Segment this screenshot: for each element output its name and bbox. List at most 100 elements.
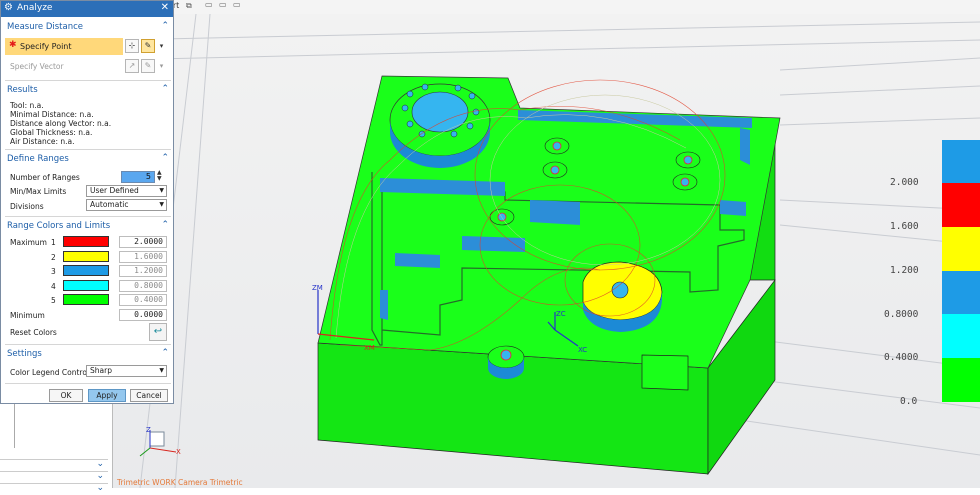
legend-value: 0.4000	[884, 352, 919, 363]
minmax-limits-value: User Defined	[90, 186, 139, 195]
navigator-panel: ⌄ ⌄ ⌄	[0, 404, 113, 493]
define-ranges-header[interactable]: Define Ranges ⌃	[5, 153, 171, 166]
model-svg	[112, 14, 980, 488]
maximum-label: Maximum	[10, 238, 47, 247]
legend-swatch	[942, 183, 980, 227]
chevron-up-icon[interactable]: ⌃	[161, 153, 169, 163]
specify-vector-label: Specify Vector	[10, 62, 64, 71]
mini-axis-x: X	[176, 448, 181, 456]
range-value-input[interactable]: 2.0000	[119, 236, 167, 248]
result-line: Distance along Vector: n.a.	[10, 119, 112, 128]
restore-icon[interactable]: ⧉	[186, 1, 192, 11]
divisions-value: Automatic	[90, 200, 129, 209]
legend-value: 1.200	[890, 265, 919, 276]
maximize-window-icon[interactable]: ▭	[219, 0, 227, 9]
close-icon[interactable]: ✕	[161, 2, 169, 13]
divider	[5, 383, 171, 384]
range-value-input[interactable]: 1.6000	[119, 251, 167, 263]
range-index: 2	[51, 253, 56, 262]
number-of-ranges-label: Number of Ranges	[10, 173, 80, 182]
point-dropdown-arrow[interactable]: ▾	[157, 39, 166, 53]
minimum-value-input[interactable]: 0.0000	[119, 309, 167, 321]
chevron-up-icon[interactable]: ⌃	[161, 84, 169, 94]
range-value-input[interactable]: 0.8000	[119, 280, 167, 292]
result-line: Air Distance: n.a.	[10, 137, 75, 146]
navigator-row[interactable]: ⌄	[0, 471, 108, 483]
minimum-label: Minimum	[10, 311, 45, 320]
vector-inference-icon[interactable]: ✎	[141, 59, 155, 73]
legend-value: 0.0	[900, 396, 918, 407]
number-of-ranges-spinner[interactable]: ▲ ▼	[157, 170, 165, 183]
chevron-down-icon: ▼	[159, 367, 164, 374]
legend-swatch	[942, 271, 980, 314]
settings-header[interactable]: Settings ⌃	[5, 348, 171, 361]
mini-axis-z: Z	[146, 426, 151, 434]
minimize-window-icon[interactable]: ▭	[205, 0, 213, 9]
legend-swatch	[942, 227, 980, 271]
results-header[interactable]: Results ⌃	[5, 84, 171, 97]
result-line: Minimal Distance: n.a.	[10, 110, 94, 119]
navigator-divider	[14, 404, 15, 448]
required-star-icon: ✱	[9, 40, 17, 50]
measure-distance-header[interactable]: Measure Distance ⌃	[5, 21, 171, 34]
chevron-down-icon[interactable]: ⌄	[96, 471, 104, 481]
legend-value: 2.000	[890, 177, 919, 188]
legend-value: 0.8000	[884, 309, 919, 320]
point-inference-icon[interactable]: ✎	[141, 39, 155, 53]
close-window-icon[interactable]: ▭	[233, 0, 241, 9]
range-index: 1	[51, 238, 56, 247]
point-dialog-icon[interactable]: ⊹	[125, 39, 139, 53]
reset-colors-button[interactable]: ↩	[149, 323, 167, 341]
range-index: 4	[51, 282, 56, 291]
range-index: 5	[51, 296, 56, 305]
number-of-ranges-input[interactable]: 5	[121, 171, 155, 183]
axis-label-xc: XC	[578, 346, 588, 354]
result-line: Global Thickness: n.a.	[10, 128, 93, 137]
vector-dialog-icon[interactable]: ↗	[125, 59, 139, 73]
chevron-up-icon[interactable]: ⌃	[161, 348, 169, 358]
divider	[5, 216, 171, 217]
minmax-limits-select[interactable]: User Defined ▼	[86, 185, 167, 197]
gear-icon[interactable]: ⚙	[4, 3, 14, 13]
range-color-swatch[interactable]	[63, 265, 109, 276]
dialog-titlebar[interactable]: ⚙ Analyze ✕	[1, 1, 173, 17]
range-color-swatch[interactable]	[63, 236, 109, 247]
divider	[5, 149, 171, 150]
ok-button[interactable]: OK	[49, 389, 83, 402]
color-legend-control-label: Color Legend Control	[10, 368, 90, 377]
chevron-down-icon[interactable]: ⌄	[96, 483, 104, 493]
navigator-row[interactable]: ⌄	[0, 483, 108, 495]
divisions-select[interactable]: Automatic ▼	[86, 199, 167, 211]
chevron-down-icon[interactable]: ⌄	[96, 459, 104, 469]
range-color-swatch[interactable]	[63, 251, 109, 262]
spin-down-icon[interactable]: ▼	[157, 176, 165, 182]
range-value-input[interactable]: 0.4000	[119, 294, 167, 306]
chevron-up-icon[interactable]: ⌃	[161, 21, 169, 31]
cancel-button[interactable]: Cancel	[130, 389, 168, 402]
chevron-up-icon[interactable]: ⌃	[161, 220, 169, 230]
result-line: Tool: n.a.	[10, 101, 44, 110]
color-legend-control-select[interactable]: Sharp ▼	[86, 365, 167, 377]
specify-point-row[interactable]: ✱ Specify Point	[5, 38, 123, 55]
color-legend-control-value: Sharp	[90, 366, 112, 375]
legend-swatch	[942, 140, 980, 183]
divisions-label: Divisions	[10, 202, 44, 211]
section-title: Range Colors and Limits	[7, 221, 111, 231]
section-title: Results	[7, 85, 38, 95]
axis-label-xm: XM	[364, 344, 375, 352]
chevron-down-icon: ▼	[159, 201, 164, 208]
vector-dropdown-arrow[interactable]: ▾	[157, 59, 166, 73]
range-color-swatch[interactable]	[63, 280, 109, 291]
graphics-viewport[interactable]: ZM XM ZC XC Z X	[112, 14, 980, 488]
apply-button[interactable]: Apply	[88, 389, 126, 402]
legend-swatch	[942, 358, 980, 402]
axis-label-zm: ZM	[312, 284, 323, 292]
range-colors-header[interactable]: Range Colors and Limits ⌃	[5, 220, 171, 233]
dialog-title: Analyze	[17, 3, 53, 13]
section-title: Define Ranges	[7, 154, 69, 164]
legend-value: 1.600	[890, 221, 919, 232]
view-name-label: Trimetric WORK Camera Trimetric	[117, 478, 243, 487]
navigator-row[interactable]: ⌄	[0, 459, 108, 471]
range-value-input[interactable]: 1.2000	[119, 265, 167, 277]
range-color-swatch[interactable]	[63, 294, 109, 305]
